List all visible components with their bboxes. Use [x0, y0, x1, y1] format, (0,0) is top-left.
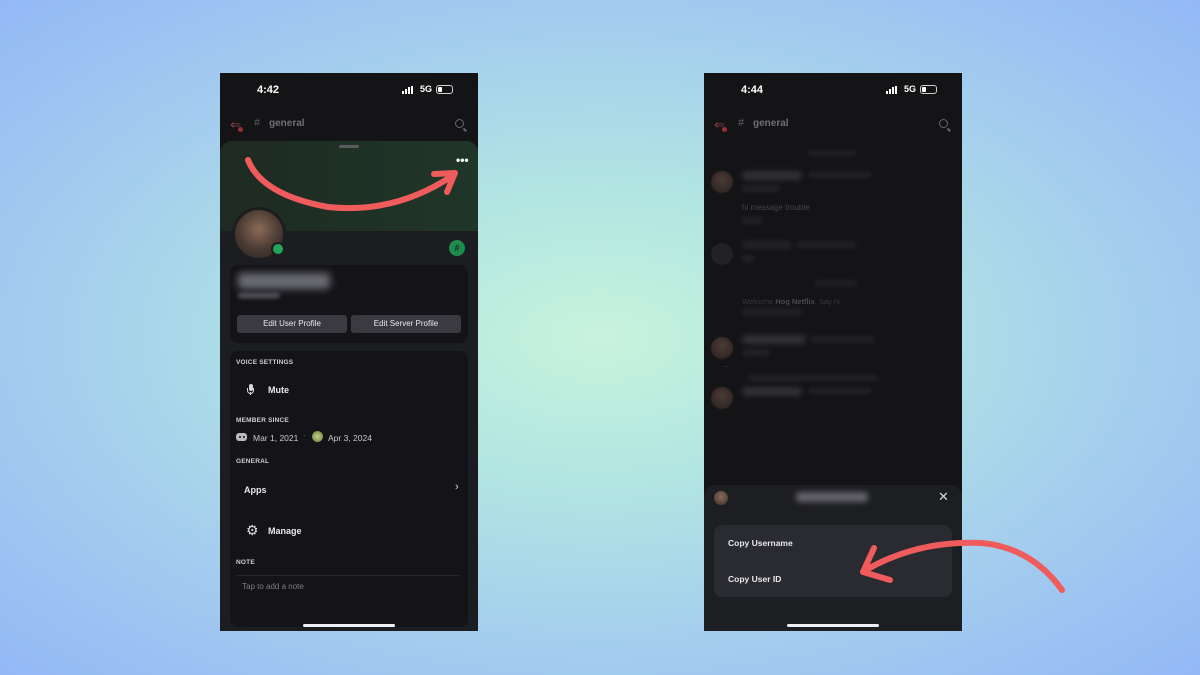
channel-name[interactable]: general [269, 118, 305, 129]
signal-icon [402, 86, 413, 94]
online-status-icon [271, 242, 285, 256]
message-avatar[interactable] [711, 171, 733, 193]
section-label-voice-settings: VOICE SETTINGS [236, 359, 294, 366]
date-divider-blurred [808, 151, 856, 156]
section-label-note: NOTE [236, 559, 255, 566]
nitro-badge-icon[interactable]: # [449, 240, 465, 256]
status-time: 4:42 [257, 84, 280, 96]
profile-settings-card: VOICE SETTINGS Mute MEMBER SINCE Mar 1, … [230, 351, 468, 627]
channel-header: ⇐ # general [220, 113, 478, 137]
user-action-sheet: ✕ Copy Username Copy User ID [704, 485, 962, 631]
message-content-blurred [742, 349, 770, 356]
message-avatar[interactable] [711, 243, 733, 265]
edit-user-profile-button[interactable]: Edit User Profile [237, 315, 347, 333]
battery-icon [436, 85, 453, 94]
avatar [714, 491, 728, 505]
message-timestamp-blurred [808, 172, 872, 178]
message-content-blurred [742, 185, 780, 192]
note-placeholder: Tap to add a note [242, 582, 304, 591]
apps-row[interactable]: Apps [244, 485, 267, 495]
message-timestamp-blurred [808, 388, 872, 394]
microphone-icon [247, 384, 254, 396]
channel-header: ⇐ # general [704, 113, 962, 137]
section-label-member-since: MEMBER SINCE [236, 417, 289, 424]
sheet-handle[interactable] [339, 145, 359, 148]
phone-screen-profile: 4:42 5G ⇐ # general ••• # Edit User Prof… [220, 73, 478, 631]
channel-name[interactable]: general [753, 118, 789, 129]
manage-row[interactable]: Manage [268, 526, 302, 536]
message-timestamp-blurred [742, 309, 802, 315]
home-indicator [303, 624, 395, 627]
channel-hash-icon: # [254, 117, 261, 129]
server-member-since: Apr 3, 2024 [328, 433, 372, 443]
message-timestamp-blurred [810, 336, 874, 342]
date-divider-blurred [814, 281, 858, 286]
message-author-blurred [742, 171, 802, 180]
home-indicator [787, 624, 879, 627]
network-label: 5G [420, 84, 433, 94]
mute-row[interactable]: Mute [268, 385, 289, 395]
more-options-icon[interactable]: ••• [456, 153, 469, 167]
username-blurred [238, 293, 280, 298]
server-icon [312, 431, 323, 442]
phone-screen-chat: 4:44 5G ⇐ # general hi message trouble →… [704, 73, 962, 631]
copy-user-id-label: Copy User ID [728, 574, 782, 584]
search-icon[interactable] [455, 119, 464, 128]
message-author-blurred [742, 387, 802, 396]
copy-username-button[interactable]: Copy Username [714, 525, 952, 561]
message-content-blurred [742, 217, 762, 224]
annotation-arrows [245, 157, 1065, 593]
welcome-message: Welcome Hog Netflix. Say hi [742, 297, 840, 306]
discord-icon [236, 433, 247, 441]
gear-icon: ⚙ [246, 522, 259, 538]
message-timestamp-blurred [796, 242, 856, 248]
message-content-blurred [742, 255, 754, 262]
battery-icon [920, 85, 937, 94]
signal-icon [886, 86, 897, 94]
chevron-right-icon[interactable]: › [455, 481, 459, 493]
message-author-blurred [742, 335, 806, 344]
user-action-menu: Copy Username Copy User ID [714, 525, 952, 597]
network-label: 5G [904, 84, 917, 94]
discord-member-since: Mar 1, 2021 [253, 433, 299, 443]
search-icon[interactable] [939, 119, 948, 128]
unread-badge [238, 127, 243, 132]
reply-reference-blurred [748, 375, 878, 381]
copy-username-label: Copy Username [728, 538, 793, 548]
profile-sheet: ••• # Edit User Profile Edit Server Prof… [220, 141, 478, 631]
message-author-blurred [742, 241, 792, 249]
copy-user-id-button[interactable]: Copy User ID [714, 561, 952, 597]
join-arrow-icon: → [721, 361, 729, 370]
display-name-blurred [238, 273, 330, 289]
status-bar: 4:42 5G [220, 73, 478, 107]
message-avatar[interactable] [711, 337, 733, 359]
message-text: hi message trouble [742, 203, 810, 212]
profile-name-card: Edit User Profile Edit Server Profile [230, 265, 468, 343]
edit-server-profile-button[interactable]: Edit Server Profile [351, 315, 461, 333]
status-bar: 4:44 5G [704, 73, 962, 107]
close-icon[interactable]: ✕ [938, 489, 949, 505]
section-label-general: GENERAL [236, 458, 270, 465]
channel-hash-icon: # [738, 117, 745, 129]
message-avatar[interactable] [711, 387, 733, 409]
status-time: 4:44 [741, 84, 764, 96]
note-input[interactable]: Tap to add a note [236, 575, 460, 596]
username-blurred [796, 492, 868, 502]
separator-dot: · [303, 431, 306, 440]
unread-badge [722, 127, 727, 132]
